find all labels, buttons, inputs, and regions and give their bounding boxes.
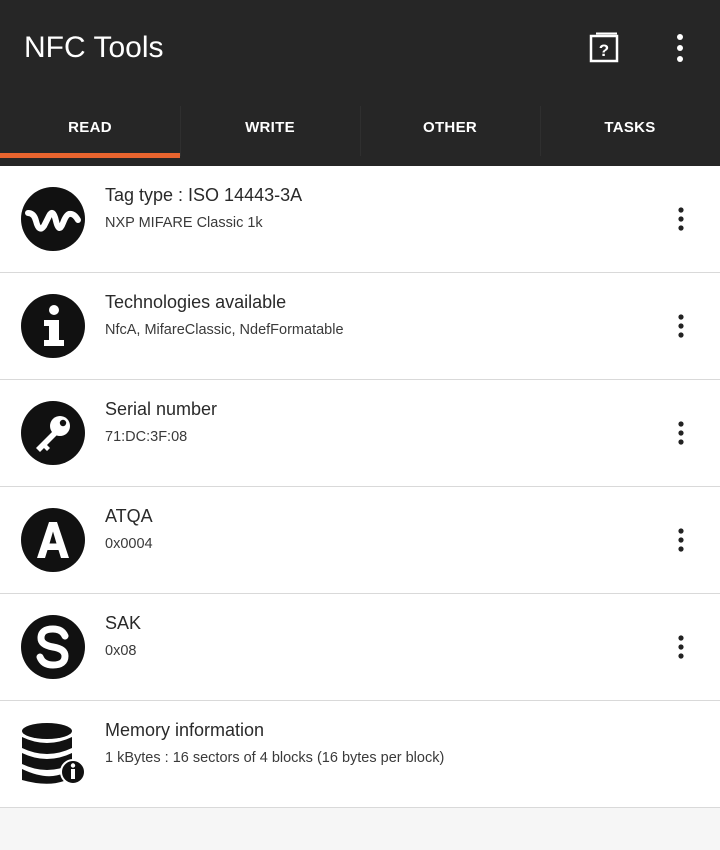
item-value: NXP MIFARE Classic 1k <box>105 215 263 231</box>
item-value: 0x08 <box>105 643 137 659</box>
item-menu-button[interactable] <box>666 632 696 662</box>
more-vert-icon <box>677 34 683 62</box>
item-value: 0x0004 <box>105 536 153 552</box>
letter-s-icon <box>21 615 85 679</box>
help-button[interactable]: ? <box>580 24 628 72</box>
tab-other[interactable]: OTHER <box>360 96 540 166</box>
tab-tasks[interactable]: TASKS <box>540 96 720 166</box>
waveform-icon <box>21 187 85 251</box>
more-vert-icon <box>678 635 684 659</box>
more-vert-icon <box>678 207 684 231</box>
svg-text:?: ? <box>599 41 609 60</box>
item-title: Tag type : ISO 14443-3A <box>105 185 303 205</box>
item-title: SAK <box>105 613 142 633</box>
tab-bar: READ WRITE OTHER TASKS <box>0 96 720 166</box>
help-icon: ? <box>589 32 619 63</box>
letter-a-icon <box>21 508 85 572</box>
list-item-memory-information[interactable]: Memory information 1 kBytes : 16 sectors… <box>0 701 720 808</box>
empty-space <box>0 808 720 850</box>
more-vert-icon <box>678 528 684 552</box>
item-title: ATQA <box>105 506 153 526</box>
item-value: NfcA, MifareClassic, NdefFormatable <box>105 322 344 338</box>
info-icon <box>21 294 85 358</box>
list-item-serial-number[interactable]: Serial number 71:DC:3F:08 <box>0 380 720 487</box>
list-item-tag-type[interactable]: Tag type : ISO 14443-3A NXP MIFARE Class… <box>0 166 720 273</box>
item-menu-button[interactable] <box>666 204 696 234</box>
more-vert-icon <box>678 314 684 338</box>
tag-info-list: Tag type : ISO 14443-3A NXP MIFARE Class… <box>0 166 720 808</box>
item-menu-button[interactable] <box>666 525 696 555</box>
key-icon <box>21 401 85 465</box>
app-bar: NFC Tools ? READ WRITE OTHER TASKS <box>0 0 720 166</box>
item-title: Serial number <box>105 399 218 419</box>
item-value: 1 kBytes : 16 sectors of 4 blocks (16 by… <box>105 750 445 766</box>
list-item-sak[interactable]: SAK 0x08 <box>0 594 720 701</box>
more-vert-icon <box>678 421 684 445</box>
item-title: Technologies available <box>105 292 287 312</box>
overflow-menu-button[interactable] <box>656 24 704 72</box>
list-item-atqa[interactable]: ATQA 0x0004 <box>0 487 720 594</box>
item-value: 71:DC:3F:08 <box>105 429 188 445</box>
item-menu-button[interactable] <box>666 418 696 448</box>
item-menu-button[interactable] <box>666 311 696 341</box>
tab-write[interactable]: WRITE <box>180 96 360 166</box>
app-title: NFC Tools <box>24 31 164 64</box>
tab-read[interactable]: READ <box>0 96 180 166</box>
item-title: Memory information <box>105 720 265 740</box>
database-info-icon <box>22 723 86 785</box>
list-item-technologies[interactable]: Technologies available NfcA, MifareClass… <box>0 273 720 380</box>
